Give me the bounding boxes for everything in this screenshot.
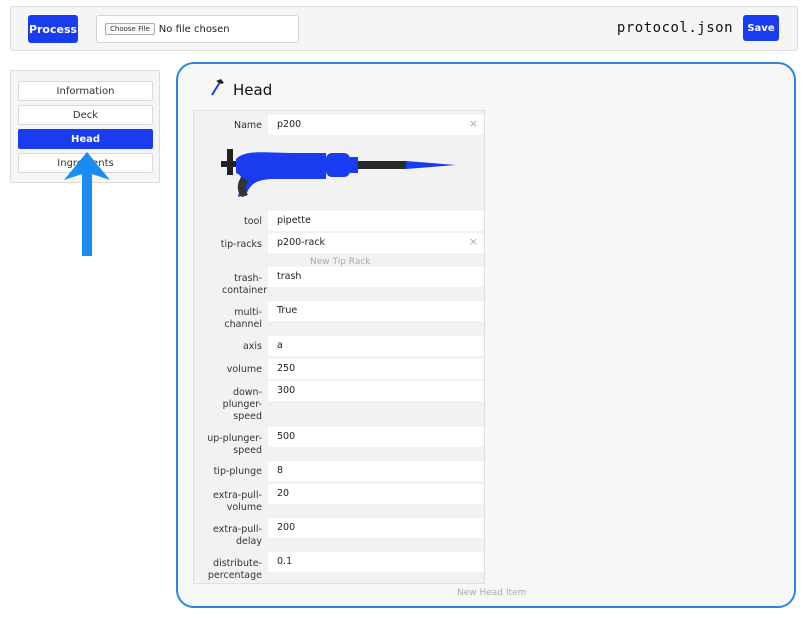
head-title: Head — [233, 81, 273, 99]
multi-channel-label: multi-channel — [224, 307, 262, 330]
sidebar-item-head[interactable]: Head — [18, 129, 153, 149]
volume-label: volume — [226, 364, 262, 375]
tip-racks-label: tip-racks — [220, 239, 262, 250]
trash-container-field[interactable]: trash — [268, 267, 484, 287]
tip-racks-value: p200-rack — [277, 237, 326, 248]
tip-racks-field[interactable]: p200-rack × — [268, 233, 484, 253]
clear-tip-rack-icon[interactable]: × — [469, 235, 478, 248]
up-plunger-speed-label: up-plunger-speed — [207, 433, 262, 456]
down-plunger-speed-field[interactable]: 300 — [268, 381, 484, 401]
axis-row: axis a — [194, 336, 484, 356]
head-panel: Head Name p200 × tool pipette tip-racks … — [176, 62, 796, 608]
new-tip-rack-link[interactable]: New Tip Rack — [310, 257, 371, 267]
file-input[interactable]: Choose File No file chosen — [96, 15, 299, 43]
distribute-percentage-field[interactable]: 0.1 — [268, 552, 484, 572]
up-plunger-speed-row: up-plunger-speed 500 — [194, 427, 484, 456]
volume-row: volume 250 — [194, 359, 484, 379]
choose-file-button[interactable]: Choose File — [105, 23, 155, 35]
tip-racks-row: tip-racks p200-rack × New Tip Rack — [194, 233, 484, 269]
tip-plunge-label: tip-plunge — [213, 466, 262, 477]
extra-pull-volume-row: extra-pull-volume 20 — [194, 484, 484, 513]
sidebar-item-information[interactable]: Information — [18, 81, 153, 101]
tip-plunge-field[interactable]: 8 — [268, 461, 484, 481]
multi-channel-row: multi-channel True — [194, 301, 484, 330]
extra-pull-delay-row: extra-pull-delay 200 — [194, 518, 484, 547]
protocol-filename: protocol.json — [616, 20, 733, 36]
process-button[interactable]: Process — [28, 15, 78, 43]
axis-label: axis — [242, 341, 262, 352]
tool-field[interactable]: pipette — [268, 211, 484, 231]
volume-field[interactable]: 250 — [268, 359, 484, 379]
annotation-arrow-icon — [64, 152, 110, 256]
up-plunger-speed-field[interactable]: 500 — [268, 427, 484, 447]
clear-name-icon[interactable]: × — [469, 117, 478, 130]
new-head-item-link[interactable]: New Head Item — [457, 588, 526, 598]
name-label: Name — [233, 120, 262, 131]
down-plunger-speed-label: down-plunger-speed — [222, 387, 262, 422]
hammer-icon — [211, 79, 224, 96]
down-plunger-speed-row: down-plunger-speed 300 — [194, 381, 484, 423]
tip-plunge-row: tip-plunge 8 — [194, 461, 484, 481]
axis-field[interactable]: a — [268, 336, 484, 356]
name-row: Name p200 × — [194, 115, 484, 135]
head-form: Name p200 × tool pipette tip-racks p200-… — [193, 110, 485, 584]
distribute-percentage-row: distribute-percentage 0.1 — [194, 552, 484, 581]
extra-pull-volume-label: extra-pull-volume — [213, 490, 262, 513]
multi-channel-field[interactable]: True — [268, 301, 484, 321]
save-button[interactable]: Save — [743, 15, 779, 41]
trash-container-label: trash-container — [222, 273, 268, 296]
extra-pull-delay-field[interactable]: 200 — [268, 518, 484, 538]
sidebar-item-deck[interactable]: Deck — [18, 105, 153, 125]
trash-container-row: trash-container trash — [194, 267, 484, 296]
distribute-percentage-label: distribute-percentage — [207, 558, 262, 581]
extra-pull-volume-field[interactable]: 20 — [268, 484, 484, 504]
top-toolbar: Process Choose File No file chosen proto… — [10, 6, 798, 51]
name-field[interactable]: p200 × — [268, 115, 484, 135]
tool-label: tool — [244, 216, 262, 227]
pipette-image — [221, 149, 456, 197]
extra-pull-delay-label: extra-pull-delay — [213, 524, 262, 547]
file-status-text: No file chosen — [158, 23, 230, 35]
tool-row: tool pipette — [194, 211, 484, 231]
name-value: p200 — [277, 119, 302, 130]
